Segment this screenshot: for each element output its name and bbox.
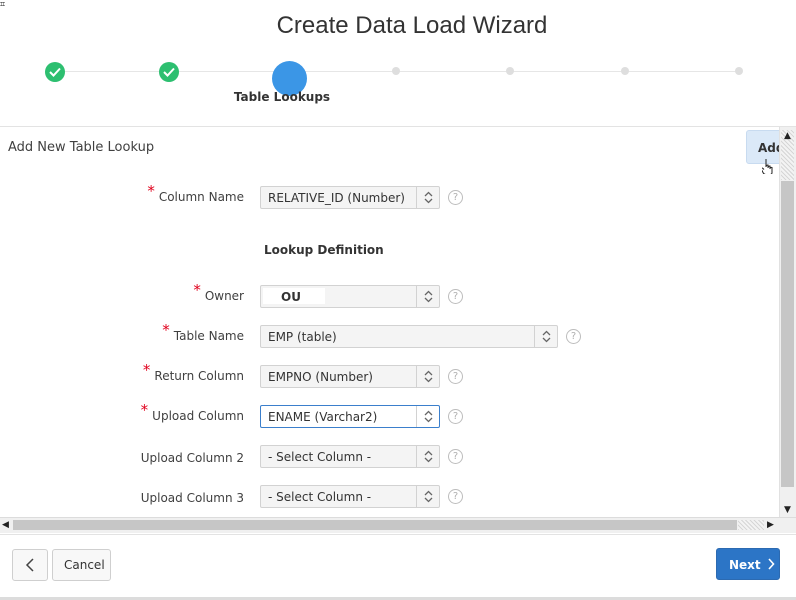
table-name-label: * Table Name xyxy=(162,321,244,344)
previous-button[interactable] xyxy=(12,549,48,581)
upload-column-2-select[interactable]: - Select Column - xyxy=(260,445,440,468)
next-button[interactable]: Next xyxy=(716,548,780,580)
step-6-pending xyxy=(621,67,629,75)
wizard-title: Create Data Load Wizard xyxy=(276,12,548,39)
select-updown-icon xyxy=(424,191,433,204)
check-icon xyxy=(163,67,175,77)
select-separator xyxy=(534,326,535,347)
vertical-scrollbar-thumb[interactable] xyxy=(781,181,794,487)
select-updown-icon xyxy=(424,450,433,463)
horizontal-scrollbar-track[interactable] xyxy=(738,520,764,530)
return-column-select[interactable]: EMPNO (Number) xyxy=(260,365,440,388)
upload-column-label-text: Upload Column xyxy=(152,409,244,423)
required-marker: * xyxy=(193,281,201,299)
upload-column-2-value: - Select Column - xyxy=(268,450,372,464)
column-name-label-text: Column Name xyxy=(158,190,244,204)
scroll-down-arrow-icon[interactable]: ▼ xyxy=(784,505,791,515)
hand-cursor-icon xyxy=(762,159,773,174)
required-marker: * xyxy=(140,401,149,419)
required-marker: * xyxy=(162,321,170,339)
region-title: Add New Table Lookup xyxy=(8,140,155,155)
upload-column-3-label: Upload Column 3 xyxy=(140,491,244,505)
check-icon xyxy=(49,67,61,77)
return-column-label-text: Return Column xyxy=(154,369,244,383)
step-2-complete xyxy=(159,62,179,82)
owner-label-text: Owner xyxy=(204,289,244,303)
step-5-pending xyxy=(506,67,514,75)
chevron-left-icon xyxy=(25,558,34,572)
table-name-help-icon[interactable]: ? xyxy=(566,329,581,344)
select-updown-icon xyxy=(424,410,433,423)
required-marker: * xyxy=(147,182,155,200)
step-1-complete xyxy=(45,62,65,82)
column-name-help-icon[interactable]: ? xyxy=(448,190,463,205)
select-separator xyxy=(416,486,417,507)
scroll-left-arrow-icon[interactable]: ◀ xyxy=(2,520,9,530)
table-name-select[interactable]: EMP (table) xyxy=(260,325,558,348)
scroll-up-arrow-icon[interactable]: ▲ xyxy=(784,131,791,141)
column-name-label: * Column Name xyxy=(147,182,244,205)
next-button-label: Next xyxy=(729,558,761,572)
horizontal-scrollbar-thumb[interactable] xyxy=(13,520,737,530)
select-updown-icon xyxy=(542,330,551,343)
upload-column-3-help-icon[interactable]: ? xyxy=(448,489,463,504)
owner-value: OU xyxy=(281,290,301,304)
step-7-pending xyxy=(735,67,743,75)
select-updown-icon xyxy=(424,290,433,303)
return-column-label: * Return Column xyxy=(143,361,244,384)
select-separator xyxy=(416,366,417,387)
cancel-button[interactable]: Cancel xyxy=(52,549,111,581)
chevron-right-icon xyxy=(768,558,775,570)
upload-column-2-label: Upload Column 2 xyxy=(140,451,244,465)
required-marker: * xyxy=(142,361,151,379)
select-separator xyxy=(416,446,417,467)
owner-help-icon[interactable]: ? xyxy=(448,289,463,304)
column-name-value: RELATIVE_ID (Number) xyxy=(268,191,405,205)
column-name-select[interactable]: RELATIVE_ID (Number) xyxy=(260,186,440,209)
select-separator xyxy=(416,286,417,307)
select-separator xyxy=(416,406,417,427)
upload-column-value: ENAME (Varchar2) xyxy=(268,410,378,424)
upload-column-3-select[interactable]: - Select Column - xyxy=(260,485,440,508)
upload-column-2-help-icon[interactable]: ? xyxy=(448,449,463,464)
owner-select[interactable]: OU xyxy=(260,285,440,308)
lookup-definition-heading: Lookup Definition xyxy=(264,243,384,257)
select-updown-icon xyxy=(424,490,433,503)
current-step-label: Table Lookups xyxy=(233,90,331,104)
add-table-lookup-region: Add New Table Lookup Add * Column Name RE… xyxy=(0,127,796,534)
return-column-value: EMPNO (Number) xyxy=(268,370,373,384)
scroll-right-arrow-icon[interactable]: ▶ xyxy=(767,520,774,530)
step-4-pending xyxy=(392,67,400,75)
footer-divider xyxy=(0,534,796,535)
return-column-help-icon[interactable]: ? xyxy=(448,369,463,384)
upload-column-3-value: - Select Column - xyxy=(268,490,372,504)
select-updown-icon xyxy=(424,370,433,383)
resize-corner-icon: ⌗ xyxy=(0,0,6,10)
table-name-label-text: Table Name xyxy=(173,329,244,343)
upload-column-label: * Upload Column xyxy=(141,401,244,424)
upload-column-help-icon[interactable]: ? xyxy=(448,409,463,424)
table-name-value: EMP (table) xyxy=(268,330,337,344)
owner-label: * Owner xyxy=(193,281,244,304)
select-separator xyxy=(416,187,417,208)
upload-column-select[interactable]: ENAME (Varchar2) xyxy=(260,405,440,428)
